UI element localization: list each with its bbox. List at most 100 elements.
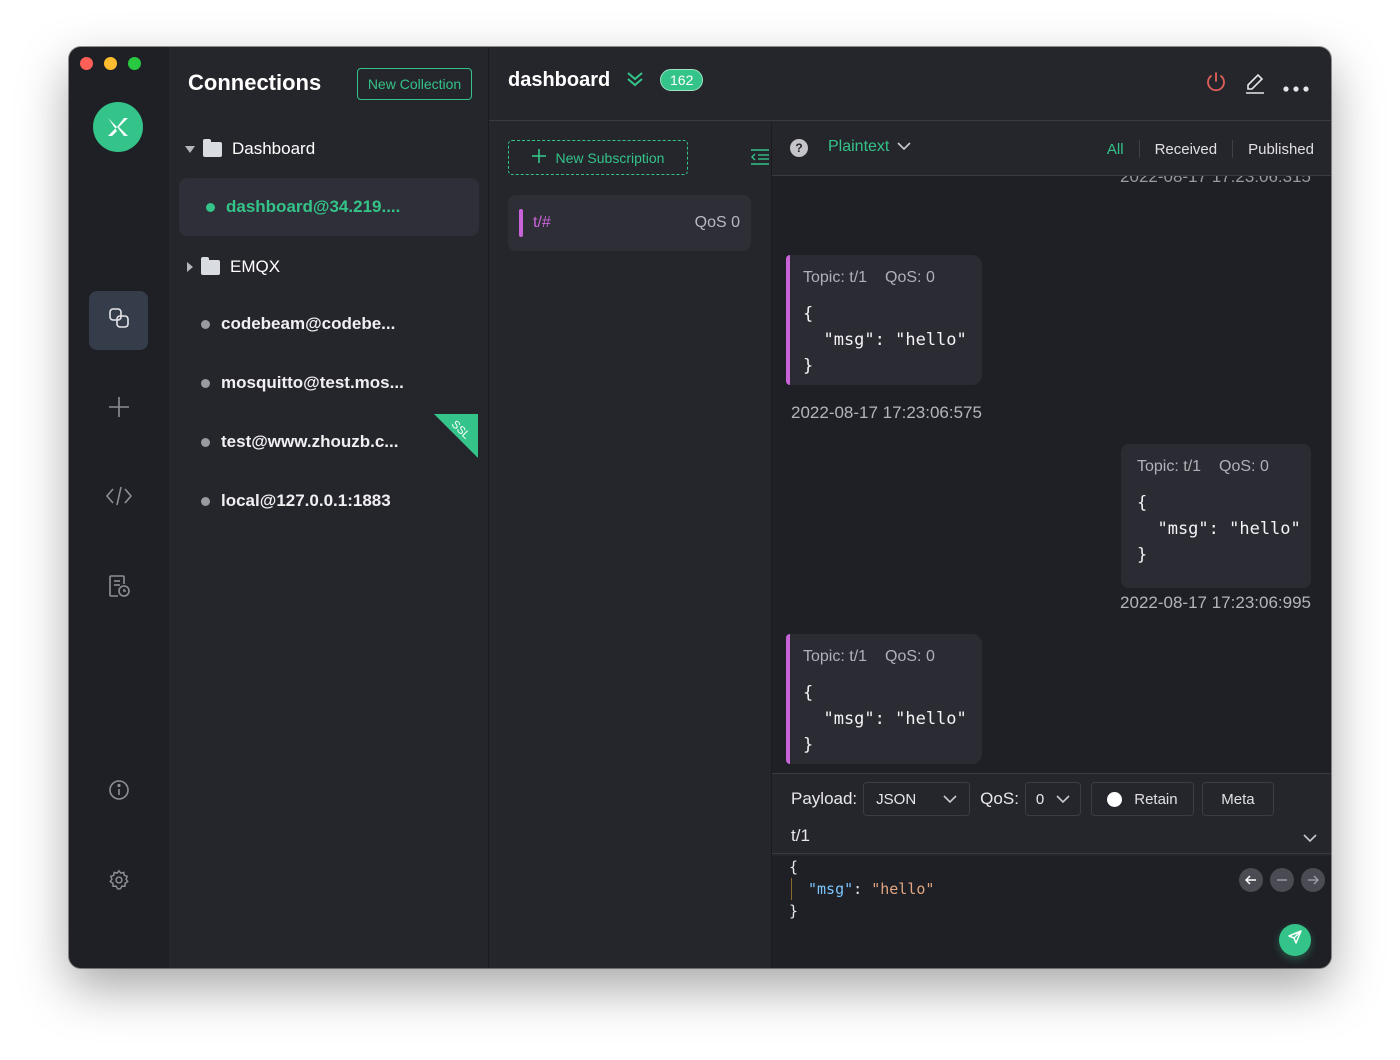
message-qos: QoS: 0 <box>885 648 935 665</box>
expand-details-icon[interactable] <box>626 70 644 93</box>
log-icon <box>108 574 130 603</box>
status-dot <box>201 437 210 447</box>
connection-item[interactable]: codebeam@codebe... <box>179 295 479 353</box>
connections-icon <box>108 307 130 334</box>
chevron-down-icon[interactable] <box>1303 830 1317 848</box>
status-dot <box>206 202 215 212</box>
payload-editor[interactable]: { "msg": "hello" } <box>772 856 1331 968</box>
publish-panel: Payload: JSON QoS: 0 Retain Meta { "msg"… <box>772 773 1331 968</box>
folder-icon <box>203 138 222 157</box>
folder-name: Dashboard <box>232 139 316 158</box>
connection-item[interactable]: dashboard@34.219.... <box>179 178 479 236</box>
plus-icon <box>531 149 546 166</box>
window-close-button[interactable] <box>80 57 93 70</box>
folder-icon <box>201 256 220 275</box>
nav-settings-button[interactable] <box>89 853 148 912</box>
folder-emqx[interactable]: EMQX <box>185 256 281 277</box>
subscription-topic: t/# <box>533 214 551 231</box>
edit-icon[interactable] <box>1243 71 1267 100</box>
more-icon[interactable] <box>1283 79 1309 97</box>
folder-dashboard[interactable]: Dashboard <box>185 138 316 159</box>
message-topic: Topic: t/1 <box>803 648 868 665</box>
mqttx-logo <box>93 102 143 152</box>
connections-panel: Connections New Collection Dashboard das… <box>169 47 489 968</box>
window-zoom-button[interactable] <box>128 57 141 70</box>
message-qos: QoS: 0 <box>885 269 935 286</box>
nav-connections-button[interactable] <box>89 291 148 350</box>
help-icon[interactable]: ? <box>790 139 808 157</box>
connection-name: local@127.0.0.1:1883 <box>221 491 391 510</box>
caret-right-icon <box>187 262 193 272</box>
message-topic: Topic: t/1 <box>1137 458 1202 475</box>
sidebar-rail <box>69 47 169 968</box>
connection-name: test@www.zhouzb.c... <box>221 432 399 451</box>
message-payload: { "msg": "hello" } <box>803 683 967 755</box>
meta-button[interactable]: Meta <box>1201 782 1274 816</box>
connection-item[interactable]: mosquitto@test.mos... <box>179 354 479 412</box>
nav-new-connection-button[interactable] <box>89 380 148 439</box>
connection-name: mosquitto@test.mos... <box>221 373 404 392</box>
message-filter-tabs: All Received Published <box>1092 140 1314 158</box>
payload-type-select[interactable]: Plaintext <box>828 138 911 156</box>
connection-header: dashboard 162 <box>489 47 1331 121</box>
subscriptions-panel: New Subscription t/# QoS 0 <box>489 122 772 968</box>
window-minimize-button[interactable] <box>104 57 117 70</box>
ssl-badge: SSL <box>434 414 478 458</box>
retain-toggle[interactable]: Retain <box>1090 782 1194 816</box>
gear-icon <box>108 869 130 896</box>
connection-title: dashboard <box>508 69 611 91</box>
message-published: Topic: t/1 QoS: 0 { "msg": "hello" } <box>1121 444 1311 588</box>
new-subscription-button[interactable]: New Subscription <box>508 140 688 175</box>
subscription-item[interactable]: t/# QoS 0 <box>508 195 751 251</box>
chevron-down-icon <box>1056 791 1070 808</box>
app-window: Connections New Collection Dashboard das… <box>69 47 1331 968</box>
message-payload: { "msg": "hello" } <box>803 304 967 376</box>
send-button[interactable] <box>1279 924 1311 956</box>
message-qos: QoS: 0 <box>1219 458 1269 475</box>
connections-title: Connections <box>188 70 322 95</box>
connection-item[interactable]: local@127.0.0.1:1883 <box>179 472 479 530</box>
nav-about-button[interactable] <box>89 763 148 822</box>
topic-row <box>772 824 1331 854</box>
qos-label: QoS: <box>980 789 1019 808</box>
status-dot <box>201 496 210 506</box>
plus-icon <box>107 395 131 424</box>
info-icon <box>108 779 130 806</box>
status-dot <box>201 378 210 388</box>
message-payload: { "msg": "hello" } <box>1137 493 1301 565</box>
status-dot <box>201 319 210 329</box>
collapse-subscriptions-icon[interactable] <box>751 149 769 170</box>
message-timestamp: 2022-08-17 17:23:06:575 <box>791 403 982 422</box>
history-next-button[interactable] <box>1301 868 1325 892</box>
message-count-badge: 162 <box>660 69 704 91</box>
message-timestamp: 2022-08-17 17:23:06:995 <box>1120 593 1311 612</box>
history-clear-button[interactable] <box>1270 868 1294 892</box>
send-icon <box>1287 929 1303 951</box>
filter-received[interactable]: Received <box>1140 141 1233 158</box>
subscription-qos: QoS 0 <box>694 214 740 231</box>
nav-script-button[interactable] <box>89 469 148 528</box>
folder-name: EMQX <box>230 257 281 276</box>
message-received: Topic: t/1 QoS: 0 { "msg": "hello" } <box>786 255 982 385</box>
filter-all[interactable]: All <box>1092 141 1139 158</box>
qos-select[interactable]: 0 <box>1024 782 1081 816</box>
payload-format-select[interactable]: JSON <box>863 782 971 816</box>
history-previous-button[interactable] <box>1239 868 1263 892</box>
code-icon <box>105 485 133 512</box>
subscription-color-bar <box>519 209 523 237</box>
chevron-down-icon <box>943 791 957 808</box>
caret-down-icon <box>185 145 195 153</box>
message-topic: Topic: t/1 <box>803 269 868 286</box>
retain-radio <box>1107 791 1123 807</box>
message-received: Topic: t/1 QoS: 0 { "msg": "hello" } <box>786 634 982 764</box>
nav-log-button[interactable] <box>89 559 148 618</box>
message-list[interactable]: ? Plaintext All Received Published 2022-… <box>772 122 1331 773</box>
new-collection-button[interactable]: New Collection <box>357 68 472 100</box>
disconnect-icon[interactable] <box>1205 71 1227 98</box>
message-toolbar: ? Plaintext All Received Published <box>772 122 1331 176</box>
chevron-down-icon <box>897 138 911 156</box>
payload-label: Payload: <box>791 789 858 808</box>
publish-topic-input[interactable] <box>791 826 1012 846</box>
filter-published[interactable]: Published <box>1233 141 1314 158</box>
connection-name: dashboard@34.219.... <box>226 197 401 216</box>
